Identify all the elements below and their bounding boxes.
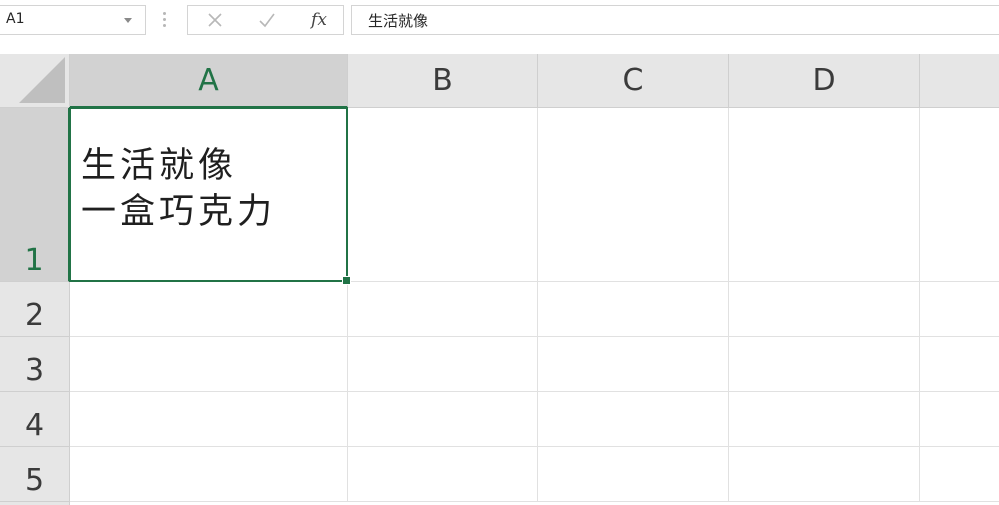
cell-c3[interactable]	[538, 337, 729, 392]
column-header-d[interactable]: D	[729, 54, 920, 108]
chevron-down-icon[interactable]	[124, 18, 132, 23]
formula-buttons: fx	[187, 5, 344, 35]
insert-function-icon[interactable]: fx	[302, 6, 336, 34]
select-all-triangle-icon	[19, 57, 65, 103]
row-header-1[interactable]: 1	[0, 108, 70, 282]
cell-e3[interactable]	[920, 337, 999, 392]
cell-a1-text: 生活就像 一盒巧克力	[81, 143, 276, 235]
cell-a1-line-1: 生活就像	[81, 146, 238, 186]
cell-e5[interactable]	[920, 447, 999, 502]
cell-c5[interactable]	[538, 447, 729, 502]
row-header-4[interactable]: 4	[0, 392, 70, 447]
cell-d4[interactable]	[729, 392, 920, 447]
cell-b4[interactable]	[348, 392, 538, 447]
cell-b5[interactable]	[348, 447, 538, 502]
formula-bar-region: A1 fx 生活就像	[0, 0, 999, 45]
cell-c1[interactable]	[538, 108, 729, 282]
cell-e1[interactable]	[920, 108, 999, 282]
cell-d2[interactable]	[729, 282, 920, 337]
check-icon[interactable]	[250, 6, 284, 34]
row-header-2[interactable]: 2	[0, 282, 70, 337]
row-header-5[interactable]: 5	[0, 447, 70, 502]
name-box[interactable]: A1	[0, 5, 146, 35]
cell-b3[interactable]	[348, 337, 538, 392]
formula-input[interactable]: 生活就像	[351, 5, 999, 35]
cell-a5[interactable]	[70, 447, 348, 502]
cell-a1[interactable]: 生活就像 一盒巧克力	[69, 107, 351, 285]
cell-b1[interactable]	[348, 108, 538, 282]
cell-e2[interactable]	[920, 282, 999, 337]
cell-a1-line-2: 一盒巧克力	[81, 192, 277, 232]
formula-value: 生活就像	[368, 12, 429, 30]
cell-d5[interactable]	[729, 447, 920, 502]
fill-handle[interactable]	[342, 276, 351, 285]
column-header-c[interactable]: C	[538, 54, 729, 108]
cell-a3[interactable]	[70, 337, 348, 392]
cell-d1[interactable]	[729, 108, 920, 282]
column-header-next[interactable]	[920, 54, 999, 108]
cell-c2[interactable]	[538, 282, 729, 337]
cell-e4[interactable]	[920, 392, 999, 447]
row-header-3[interactable]: 3	[0, 337, 70, 392]
column-header-a[interactable]: A	[70, 54, 348, 108]
cell-c4[interactable]	[538, 392, 729, 447]
select-all-button[interactable]	[0, 54, 70, 108]
name-box-value: A1	[6, 11, 25, 27]
drag-handle-icon[interactable]	[163, 12, 166, 28]
column-header-b[interactable]: B	[348, 54, 538, 108]
cell-a4[interactable]	[70, 392, 348, 447]
cell-b2[interactable]	[348, 282, 538, 337]
cell-d3[interactable]	[729, 337, 920, 392]
cancel-icon[interactable]	[198, 6, 232, 34]
cell-a2[interactable]	[70, 282, 348, 337]
spreadsheet-grid: A B C D 1 2 3 4 5 生活就像 一盒巧克力	[0, 45, 999, 505]
